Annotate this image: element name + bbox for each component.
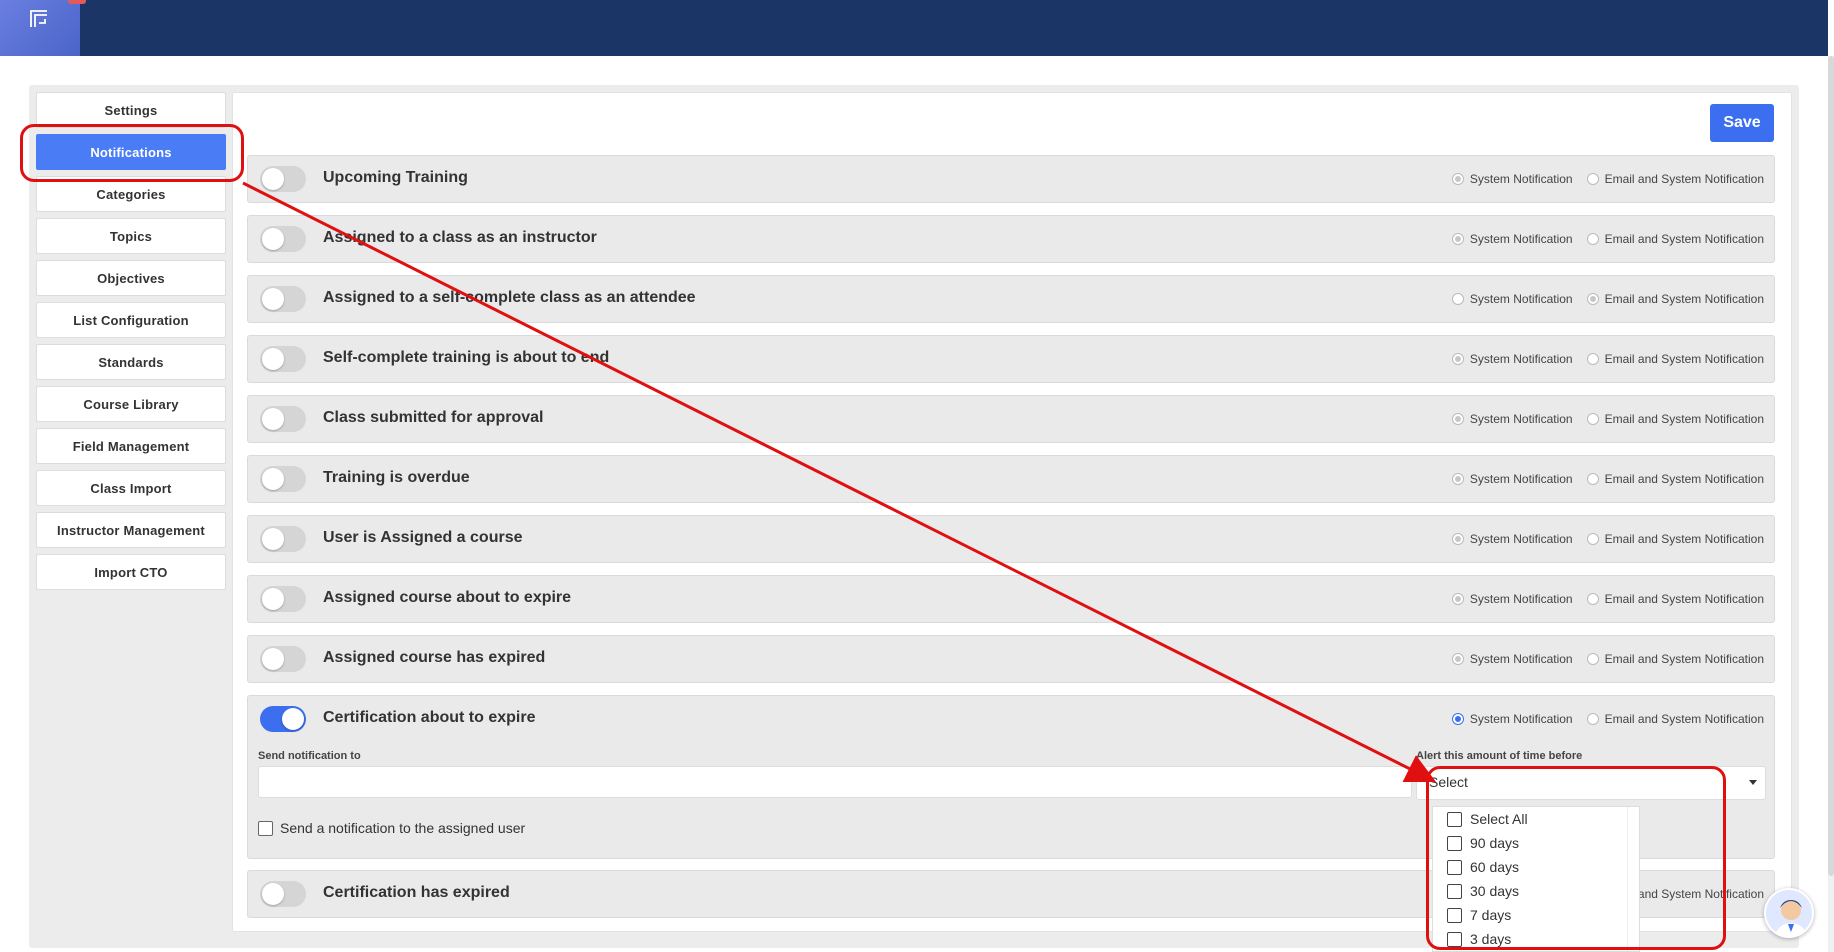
support-avatar[interactable] [1764,888,1814,938]
annotation-arrow [242,181,1437,783]
